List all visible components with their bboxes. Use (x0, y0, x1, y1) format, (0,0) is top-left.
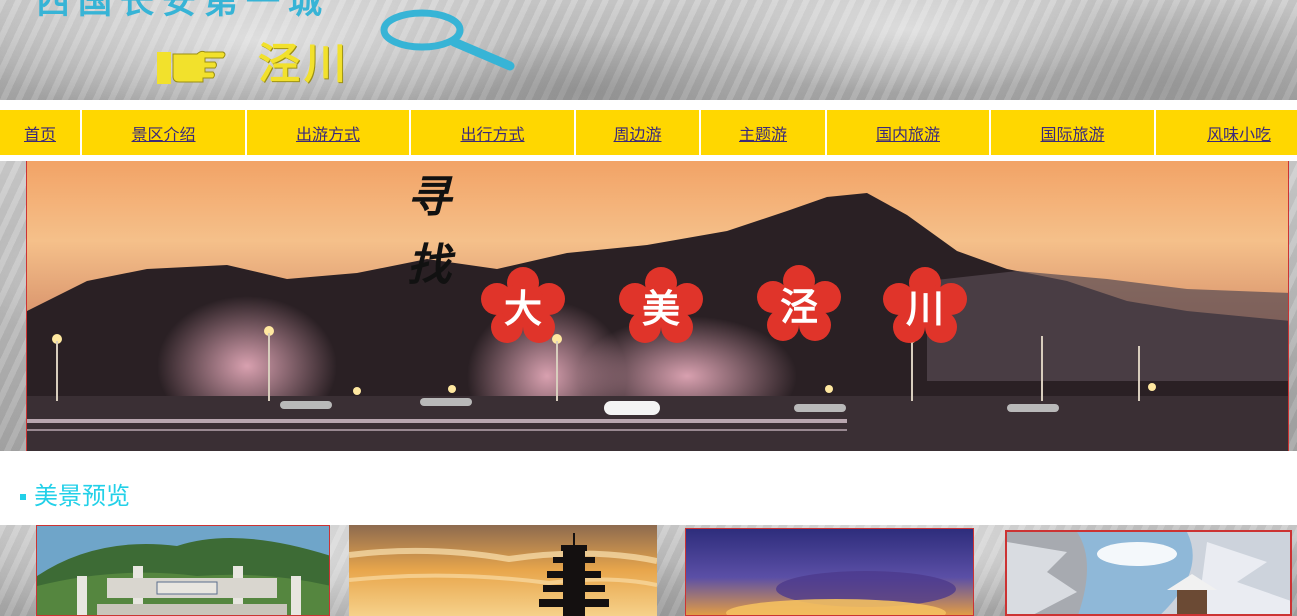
slide-dot-1[interactable] (280, 401, 332, 409)
flower-char-jing: 泾 (779, 283, 818, 329)
scenery-gallery (0, 525, 1297, 616)
flower-char-da: 大 (503, 285, 542, 331)
nav-item-nearby-tours[interactable]: 周边游 (576, 110, 699, 155)
slide-dot-3[interactable] (604, 401, 660, 415)
magnifier-icon (380, 9, 515, 71)
nav-item-international-travel[interactable]: 国际旅游 (991, 110, 1154, 155)
banner-slideshow[interactable]: 寻 找 大 美 泾 川 (26, 161, 1289, 451)
banner-word-zhao: 找 (407, 240, 451, 291)
main-nav: 首页 景区介绍 出游方式 出行方式 周边游 主题游 国内旅游 国际旅游 风味小吃 (0, 110, 1297, 155)
nav-item-home[interactable]: 首页 (0, 110, 80, 155)
flower-badge-da: 大 (481, 267, 565, 343)
gallery-image-sunset (686, 529, 973, 615)
section-title: 美景预览 (34, 482, 130, 510)
gallery-thumb-arch[interactable] (36, 525, 330, 616)
slide-dot-4[interactable] (794, 404, 846, 412)
flower-char-mei: 美 (641, 285, 680, 331)
slide-dot-5[interactable] (1007, 404, 1059, 412)
section-bullet-icon (20, 493, 26, 500)
flower-char-chuan: 川 (905, 285, 944, 331)
slide-dot-2[interactable] (420, 398, 472, 406)
section-heading: 美景预览 (20, 476, 130, 511)
banner-word-xun: 寻 (407, 172, 451, 223)
header-city-name: 泾川 (258, 39, 351, 88)
flower-badge-mei: 美 (619, 267, 703, 343)
nav-item-domestic-travel[interactable]: 国内旅游 (827, 110, 989, 155)
gallery-image-arch (37, 526, 329, 615)
nav-item-travel-methods[interactable]: 出游方式 (247, 110, 409, 155)
nav-item-theme-tours[interactable]: 主题游 (701, 110, 825, 155)
gallery-image-snow (1007, 532, 1290, 614)
gallery-image-pagoda (349, 525, 657, 616)
nav-item-transport-methods[interactable]: 出行方式 (411, 110, 574, 155)
gallery-thumb-snow[interactable] (1005, 530, 1292, 616)
pointing-hand-icon (157, 50, 226, 84)
gallery-thumb-pagoda[interactable] (349, 525, 657, 616)
gallery-thumb-sunset[interactable] (685, 528, 974, 616)
nav-item-scenic-intro[interactable]: 景区介绍 (82, 110, 245, 155)
header-banner: 西国长安第一城 泾川 (0, 0, 1297, 100)
nav-item-local-snacks[interactable]: 风味小吃 (1156, 110, 1297, 155)
flower-badge-jing: 泾 (757, 265, 841, 341)
site-title: 西国长安第一城 (36, 0, 330, 22)
flower-badge-chuan: 川 (883, 267, 967, 343)
